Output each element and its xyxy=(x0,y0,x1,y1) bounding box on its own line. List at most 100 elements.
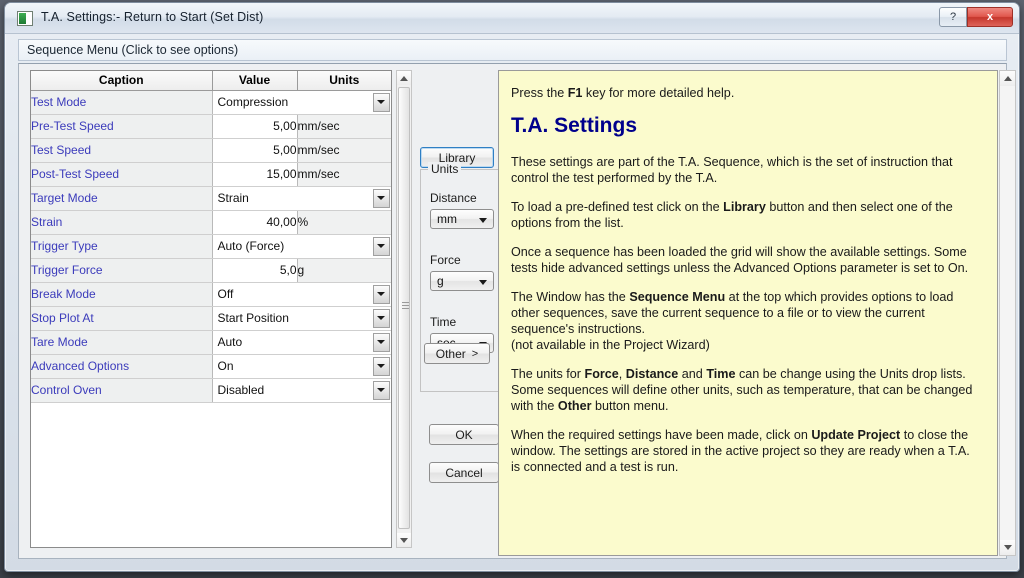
ok-button[interactable]: OK xyxy=(429,424,499,445)
row-value-input[interactable]: 15,00 xyxy=(212,162,298,187)
force-unit-value: g xyxy=(437,274,444,288)
grid-scrollbar-thumb[interactable] xyxy=(398,87,410,529)
distance-label: Distance xyxy=(430,191,477,205)
row-value-select[interactable]: On xyxy=(212,354,391,379)
table-row[interactable]: Test Speed 5,00 mm/sec xyxy=(31,138,391,163)
row-caption: Break Mode xyxy=(31,282,213,307)
chevron-down-icon[interactable] xyxy=(372,188,390,208)
help-panel: Press the F1 key for more detailed help.… xyxy=(498,70,998,556)
force-unit-select[interactable]: g xyxy=(430,271,494,291)
row-value-text: Off xyxy=(217,286,234,301)
row-caption: Strain xyxy=(31,210,213,235)
row-value-input[interactable]: 5,00 xyxy=(212,138,298,163)
table-row[interactable]: Break Mode Off xyxy=(31,282,391,307)
row-value-text: Auto xyxy=(217,334,243,349)
client-area: Caption Value Units Test Mode Compression… xyxy=(18,63,1016,559)
row-caption: Pre-Test Speed xyxy=(31,114,213,139)
grid-scrollbar[interactable] xyxy=(396,70,412,548)
units-group-title: Units xyxy=(428,162,462,176)
table-row[interactable]: Pre-Test Speed 5,00 mm/sec xyxy=(31,114,391,139)
row-caption: Trigger Type xyxy=(31,234,213,259)
row-value-input[interactable]: 5,0 xyxy=(212,258,298,283)
app-icon xyxy=(17,11,33,26)
help-heading: T.A. Settings xyxy=(511,114,638,137)
row-value-select[interactable]: Auto xyxy=(212,330,391,355)
help-paragraph-3: Once a sequence has been loaded the grid… xyxy=(511,245,969,275)
chevron-down-icon[interactable] xyxy=(372,380,390,400)
table-row[interactable]: Tare Mode Auto xyxy=(31,330,391,355)
table-row[interactable]: Advanced Options On xyxy=(31,354,391,379)
row-value-select[interactable]: Strain xyxy=(212,186,391,211)
row-units: % xyxy=(297,210,391,235)
scroll-down-icon[interactable] xyxy=(1000,540,1015,555)
row-value-text: Auto (Force) xyxy=(217,238,285,253)
table-row[interactable]: Post-Test Speed 15,00 mm/sec xyxy=(31,162,391,187)
chevron-down-icon[interactable] xyxy=(372,236,390,256)
scrollbar-grip-icon xyxy=(402,302,409,309)
row-caption: Advanced Options xyxy=(31,354,213,379)
row-value-select[interactable]: Compression xyxy=(212,90,391,115)
row-value-select[interactable]: Start Position xyxy=(212,306,391,331)
table-row[interactable]: Trigger Type Auto (Force) xyxy=(31,234,391,259)
row-value-input[interactable]: 40,00 xyxy=(212,210,298,235)
sequence-menu-bar[interactable]: Sequence Menu (Click to see options) xyxy=(18,39,1007,61)
time-label: Time xyxy=(430,315,457,329)
chevron-down-icon[interactable] xyxy=(372,356,390,376)
distance-unit-select[interactable]: mm xyxy=(430,209,494,229)
row-caption: Target Mode xyxy=(31,186,213,211)
help-intro: Press the F1 key for more detailed help. xyxy=(511,86,735,100)
close-button[interactable]: x xyxy=(967,7,1013,27)
table-row[interactable]: Control Oven Disabled xyxy=(31,378,391,403)
chevron-down-icon xyxy=(479,280,487,285)
help-paragraph-2: To load a pre-defined test click on the … xyxy=(511,200,953,230)
grid-header-row: Caption Value Units xyxy=(31,71,391,91)
scroll-down-icon[interactable] xyxy=(397,533,411,547)
row-units: mm/sec xyxy=(297,162,391,187)
settings-grid: Caption Value Units Test Mode Compression… xyxy=(30,70,392,548)
table-row[interactable]: Strain 40,00% xyxy=(31,210,391,235)
chevron-down-icon[interactable] xyxy=(372,284,390,304)
row-caption: Test Mode xyxy=(31,90,213,115)
window-title: T.A. Settings:- Return to Start (Set Dis… xyxy=(41,10,264,24)
table-row[interactable]: Target Mode Strain xyxy=(31,186,391,211)
table-row[interactable]: Stop Plot At Start Position xyxy=(31,306,391,331)
table-row[interactable]: Trigger Force 5,0 g xyxy=(31,258,391,283)
other-button[interactable]: Other > xyxy=(424,343,490,364)
scroll-up-icon[interactable] xyxy=(397,71,411,85)
title-bar: T.A. Settings:- Return to Start (Set Dis… xyxy=(5,3,1019,34)
row-units: mm/sec xyxy=(297,114,391,139)
chevron-right-icon: > xyxy=(471,347,479,360)
help-paragraph-5: The units for Force, Distance and Time c… xyxy=(511,367,973,413)
grid-body: Test Mode Compression Pre-Test Speed 5,00 mm… xyxy=(31,90,391,403)
row-value-select[interactable]: Disabled xyxy=(212,378,391,403)
row-caption: Stop Plot At xyxy=(31,306,213,331)
row-value-select[interactable]: Auto (Force) xyxy=(212,234,391,259)
force-label: Force xyxy=(430,253,461,267)
row-value-select[interactable]: Off xyxy=(212,282,391,307)
help-button[interactable]: ? xyxy=(939,7,967,27)
help-paragraph-4-note: (not available in the Project Wizard) xyxy=(511,338,710,352)
settings-window: T.A. Settings:- Return to Start (Set Dis… xyxy=(4,2,1020,572)
chevron-down-icon[interactable] xyxy=(372,332,390,352)
row-value-text: Compression xyxy=(217,94,289,109)
column-header-caption: Caption xyxy=(31,71,213,91)
help-paragraph-4: The Window has the Sequence Menu at the … xyxy=(511,290,954,336)
row-caption: Post-Test Speed xyxy=(31,162,213,187)
window-buttons: ? x xyxy=(937,7,1013,27)
help-paragraph-1: These settings are part of the T.A. Sequ… xyxy=(511,155,953,185)
chevron-down-icon[interactable] xyxy=(372,92,390,112)
table-row[interactable]: Test Mode Compression xyxy=(31,90,391,115)
chevron-down-icon xyxy=(479,218,487,223)
controls-panel: Library Units Distance mm Force g Time O… xyxy=(415,70,511,548)
sequence-menu-label: Sequence Menu (Click to see options) xyxy=(27,43,239,57)
row-units: g xyxy=(297,258,391,283)
other-button-label: Other xyxy=(435,346,466,361)
row-caption: Tare Mode xyxy=(31,330,213,355)
row-value-input[interactable]: 5,00 xyxy=(212,114,298,139)
scroll-up-icon[interactable] xyxy=(1000,71,1015,86)
help-scrollbar[interactable] xyxy=(999,70,1016,556)
cancel-button[interactable]: Cancel xyxy=(429,462,499,483)
screen: T.A. Settings:- Return to Start (Set Dis… xyxy=(0,0,1024,578)
chevron-down-icon[interactable] xyxy=(372,308,390,328)
row-caption: Trigger Force xyxy=(31,258,213,283)
